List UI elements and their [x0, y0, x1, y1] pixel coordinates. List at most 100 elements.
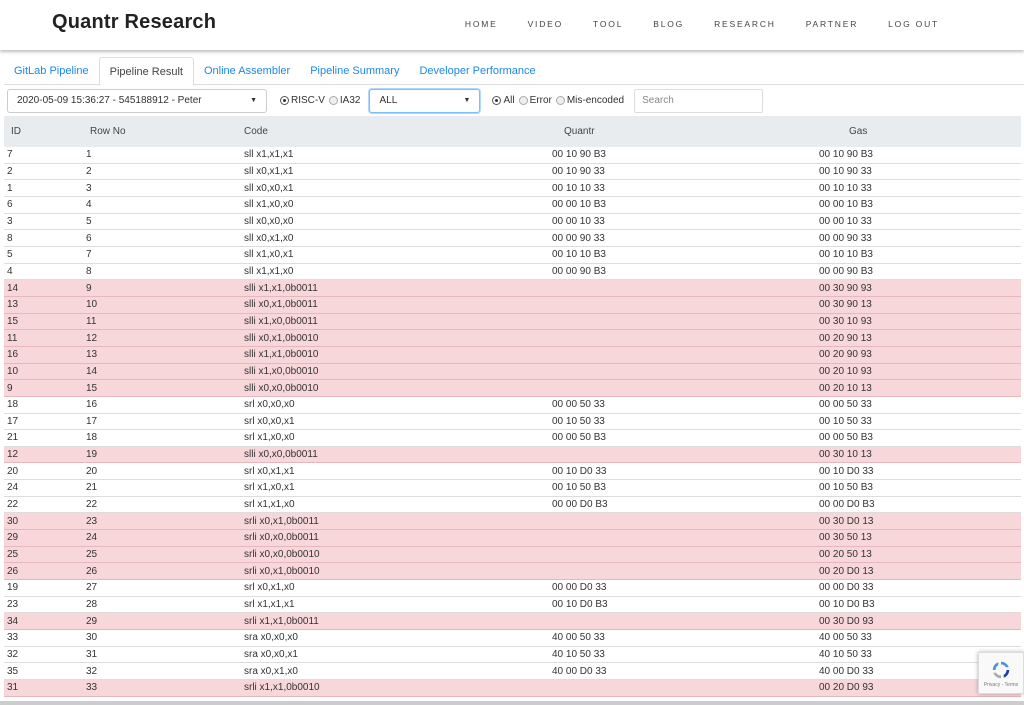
tab-bar: GitLab Pipeline Pipeline Result Online A…	[4, 57, 1024, 86]
cell-gas: 00 10 10 33	[819, 182, 872, 194]
cell-gas: 00 00 10 B3	[819, 199, 873, 211]
table-body: 7 1 sll x1,x1,x1 00 10 90 B3 00 10 90 B3 2 2 sl…	[4, 147, 1021, 697]
cell-gas: 00 30 D0 13	[819, 515, 874, 527]
cell-id: 29	[7, 532, 19, 544]
cell-row-no: 1	[86, 149, 92, 161]
cell-gas: 00 30 90 93	[819, 282, 872, 294]
cell-row-no: 3	[86, 182, 92, 194]
header-row-no[interactable]: Row No	[86, 126, 244, 137]
cell-id: 9	[7, 382, 13, 394]
cell-row-no: 21	[86, 482, 98, 494]
radio-error[interactable]	[518, 96, 528, 105]
cell-gas: 00 10 D0 33	[819, 465, 874, 477]
cell-row-no: 23	[86, 515, 98, 527]
cell-id: 10	[7, 365, 19, 377]
recaptcha-text[interactable]: Privacy - Terms	[984, 682, 1018, 688]
radio-ia32[interactable]	[328, 96, 338, 105]
radio-error-label[interactable]: Error	[530, 95, 552, 106]
cell-quantr: 00 10 90 B3	[552, 149, 606, 161]
cell-quantr: 00 00 50 33	[552, 399, 605, 411]
tab-online-assembler[interactable]: Online Assembler	[194, 57, 300, 84]
radio-riscv[interactable]	[280, 96, 289, 105]
menu-item-video[interactable]: VIDEO	[528, 19, 563, 29]
type-select-value: ALL	[379, 95, 398, 106]
tab-gitlab-pipeline[interactable]: GitLab Pipeline	[4, 57, 99, 84]
cell-gas: 00 20 10 93	[819, 365, 872, 377]
menu-item-research[interactable]: RESEARCH	[714, 19, 776, 29]
tab-pipeline-summary[interactable]: Pipeline Summary	[300, 57, 409, 84]
cell-id: 18	[7, 399, 19, 411]
cell-id: 25	[7, 549, 19, 561]
cell-id: 26	[7, 565, 19, 577]
cell-row-no: 11	[86, 315, 97, 327]
cell-quantr: 00 00 90 B3	[552, 265, 606, 277]
table-row: 31 33 srli x1,x1,0b0010 00 20 D0 93	[4, 680, 1021, 697]
cell-code: srl x1,x1,x0	[244, 499, 295, 511]
cell-quantr: 00 10 50 33	[552, 415, 605, 427]
cell-id: 16	[7, 349, 19, 361]
top-navbar: Quantr Research HOME VIDEO TOOL BLOG RES…	[0, 0, 1024, 50]
radio-all[interactable]	[492, 96, 502, 105]
header-code[interactable]: Code	[244, 126, 552, 137]
cell-row-no: 13	[86, 349, 98, 361]
cell-id: 11	[7, 332, 18, 344]
menu-item-tool[interactable]: TOOL	[593, 19, 623, 29]
cell-id: 8	[7, 232, 13, 244]
cell-quantr: 00 10 10 33	[552, 182, 605, 194]
pipeline-select[interactable]: 2020-05-09 15:36:27 - 545188912 - Peter …	[7, 88, 267, 113]
cell-code: srl x1,x0,x1	[244, 482, 295, 494]
menu-item-home[interactable]: HOME	[465, 19, 498, 29]
cell-id: 20	[7, 465, 19, 477]
menu-item-logout[interactable]: LOG OUT	[888, 19, 939, 29]
radio-riscv-label[interactable]: RISC-V	[291, 95, 325, 106]
cell-row-no: 26	[86, 565, 98, 577]
table-row: 30 23 srli x0,x1,0b0011 00 30 D0 13	[4, 513, 1021, 531]
cell-quantr: 00 00 90 33	[552, 232, 605, 244]
cell-quantr: 00 10 90 33	[552, 165, 605, 177]
radio-ia32-label[interactable]: IA32	[340, 95, 361, 106]
tab-pipeline-result[interactable]: Pipeline Result	[98, 57, 194, 86]
cell-quantr: 00 10 D0 B3	[552, 599, 608, 611]
cell-code: slli x0,x0,0b0011	[244, 449, 318, 461]
cell-row-no: 22	[86, 499, 98, 511]
cell-quantr: 00 00 50 B3	[552, 432, 606, 444]
cell-gas: 00 10 50 B3	[819, 482, 873, 494]
cell-row-no: 14	[86, 365, 98, 377]
cell-quantr: 40 10 50 33	[552, 649, 605, 661]
table-row: 2 2 sll x0,x1,x1 00 10 90 33 00 10 90 33	[4, 164, 1021, 181]
cell-gas: 40 00 50 33	[819, 632, 872, 644]
menu-item-blog[interactable]: BLOG	[653, 19, 684, 29]
cell-id: 13	[7, 299, 19, 311]
cell-quantr: 00 00 10 B3	[552, 199, 606, 211]
result-table: ID Row No Code Quantr Gas 7 1 sll x1,x1,x1…	[4, 116, 1021, 697]
radio-misencoded[interactable]	[555, 96, 565, 105]
horizontal-scrollbar[interactable]	[0, 701, 1024, 705]
cell-id: 31	[7, 682, 19, 694]
cell-row-no: 4	[86, 199, 92, 211]
menu-item-partner[interactable]: PARTNER	[806, 19, 858, 29]
header-gas[interactable]: Gas	[819, 126, 1021, 137]
table-row: 23 28 srl x1,x1,x1 00 10 D0 B3 00 10 D0 B3	[4, 597, 1021, 614]
cell-quantr: 00 00 10 33	[552, 215, 605, 227]
cell-quantr: 00 10 50 B3	[552, 482, 606, 494]
cell-gas: 00 00 90 B3	[819, 265, 873, 277]
cell-gas: 00 20 90 93	[819, 349, 872, 361]
table-row: 16 13 slli x1,x1,0b0010 00 20 90 93	[4, 346, 1021, 364]
table-header: ID Row No Code Quantr Gas	[4, 116, 1021, 147]
recaptcha-badge[interactable]: Privacy - Terms	[978, 652, 1024, 694]
search-input[interactable]: Search	[634, 88, 764, 113]
tab-developer-performance[interactable]: Developer Performance	[409, 57, 545, 84]
cell-gas: 00 10 50 33	[819, 415, 872, 427]
cell-code: srl x0,x0,x1	[244, 415, 295, 427]
radio-all-label[interactable]: All	[503, 95, 514, 106]
cell-code: slli x1,x1,0b0011	[244, 282, 318, 294]
type-select[interactable]: ALL ▼	[369, 88, 481, 113]
radio-misencoded-label[interactable]: Mis-encoded	[567, 95, 624, 106]
header-id[interactable]: ID	[4, 126, 86, 137]
brand-logo[interactable]: Quantr Research	[52, 11, 216, 34]
table-row: 3 5 sll x0,x0,x0 00 00 10 33 00 00 10 33	[4, 214, 1021, 231]
header-quantr[interactable]: Quantr	[552, 126, 819, 137]
cell-code: srli x0,x1,0b0011	[244, 515, 319, 527]
cell-gas: 00 10 10 B3	[819, 249, 873, 261]
table-row: 32 31 sra x0,x0,x1 40 10 50 33 40 10 50 33	[4, 647, 1021, 664]
